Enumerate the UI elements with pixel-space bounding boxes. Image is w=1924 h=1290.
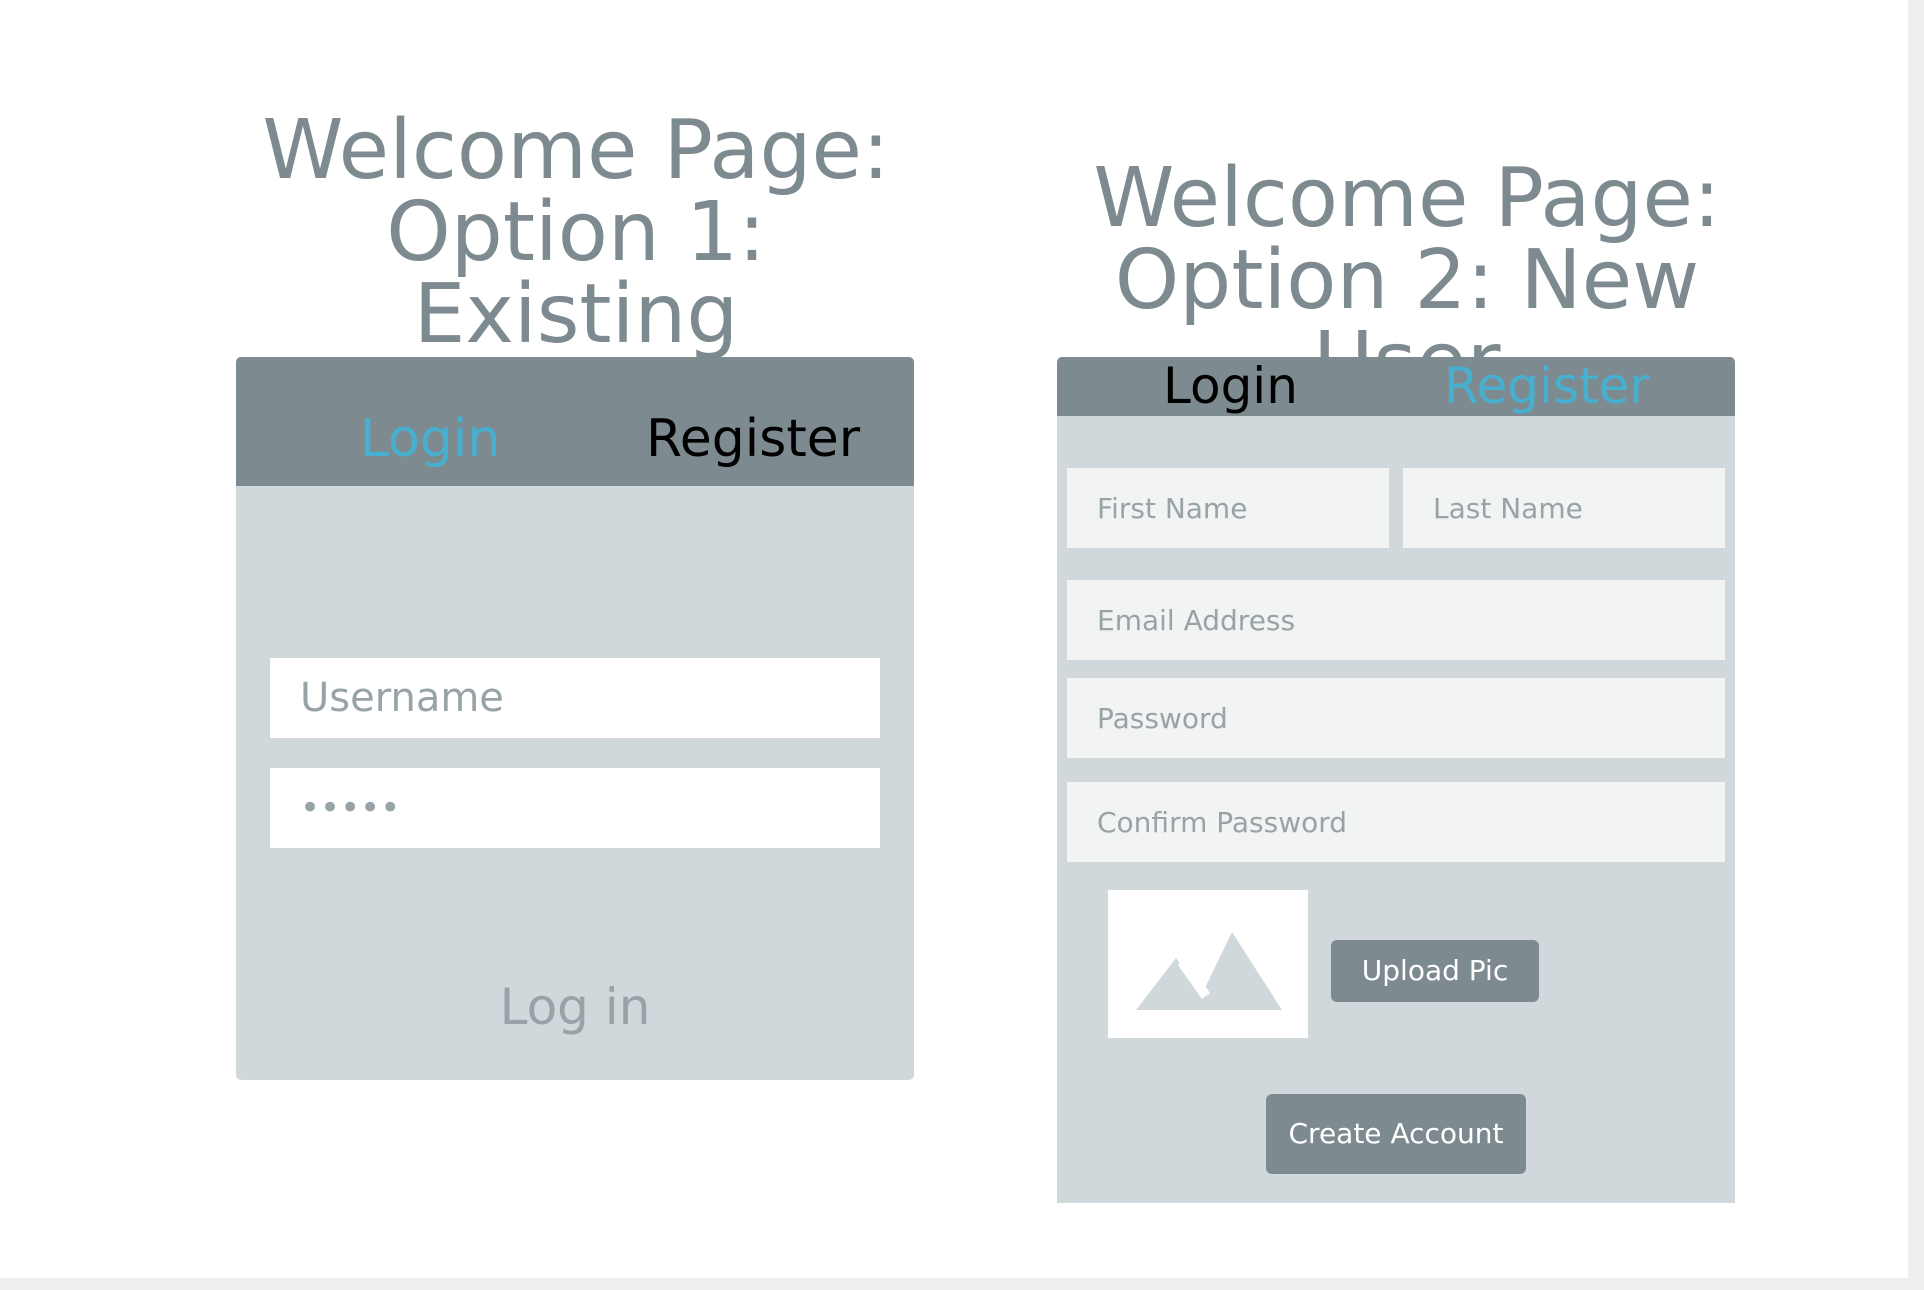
profile-image-preview [1108, 890, 1308, 1038]
last-name-input[interactable] [1403, 468, 1725, 548]
image-placeholder-icon [1136, 932, 1282, 1010]
email-input[interactable] [1067, 580, 1725, 660]
create-account-button[interactable]: Create Account [1266, 1094, 1526, 1174]
password-input[interactable]: ••••• [270, 768, 880, 848]
confirm-password-input[interactable] [1067, 782, 1725, 862]
login-panel-tabbar: Login Register [236, 357, 914, 486]
login-panel: Login Register ••••• Log in [236, 357, 914, 1080]
upload-pic-button[interactable]: Upload Pic [1331, 940, 1539, 1002]
tab-register[interactable]: Register [1444, 357, 1650, 415]
tab-login[interactable]: Login [360, 413, 500, 465]
username-input[interactable] [270, 658, 880, 738]
login-button[interactable]: Log in [236, 977, 914, 1037]
password-mask: ••••• [300, 788, 401, 828]
right-gutter [1908, 0, 1924, 1290]
password-input[interactable] [1067, 678, 1725, 758]
tab-login[interactable]: Login [1163, 357, 1298, 415]
register-panel-tabbar: Login Register [1057, 357, 1735, 416]
register-panel: Login Register Upload Pic Create Account [1057, 357, 1735, 1203]
bottom-gutter [0, 1278, 1924, 1290]
tab-register[interactable]: Register [646, 413, 860, 465]
first-name-input[interactable] [1067, 468, 1389, 548]
